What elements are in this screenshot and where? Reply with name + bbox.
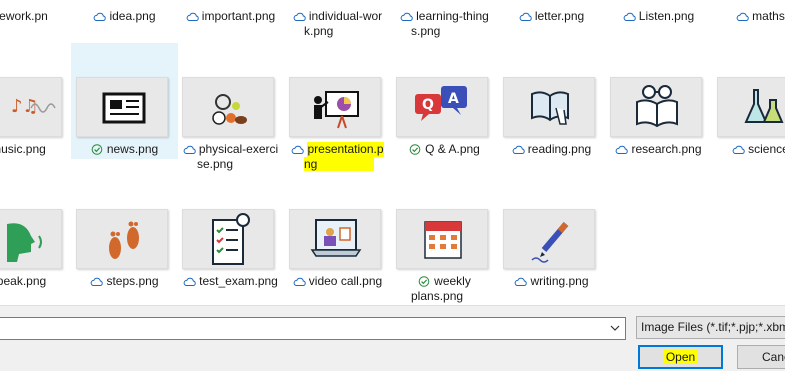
file-item-label: individual-wor [308,9,383,23]
newspaper-icon [76,77,168,137]
file-item-label-line2: se.png [197,157,234,171]
svg-text:♪♫: ♪♫ [11,96,39,117]
check-icon [418,276,431,287]
file-type-value: Image Files (*.tif;*.pjp;*.xbm [641,320,785,334]
file-item-label: science.p [748,142,785,156]
file-item-label: maths.p [752,9,785,23]
file-item-label: writing.png [530,274,589,288]
cloud-icon [183,144,196,155]
open-button-label: Open [663,350,698,364]
cloud-icon [186,11,199,22]
file-item-label: weekly [434,274,471,288]
lab-flasks-icon [717,77,785,137]
file-item-label: learning-thing [416,9,489,23]
file-item-label-line2: s.png [411,24,441,38]
file-item[interactable]: research.png [605,43,712,173]
file-item[interactable]: QA Q & A.png [391,43,498,173]
file-item[interactable]: idea.png [71,0,178,40]
file-item-label: video call.png [308,274,383,288]
file-item[interactable]: video call.png [284,175,391,305]
sports-balls-icon [182,77,274,137]
cancel-button-label: Cancel [762,350,785,364]
calendar-icon [396,209,488,269]
file-item-label-line2: ng [304,157,318,171]
file-item[interactable]: presentation.p ng [284,43,391,173]
file-item[interactable]: Listen.png [605,0,712,40]
cloud-icon [519,11,532,22]
file-item-label: speak.png [0,274,47,288]
chevron-down-icon[interactable] [609,322,621,334]
qa-speech-bubbles-icon: QA [396,77,488,137]
open-book-hand-icon [503,77,595,137]
cloud-icon [183,276,196,287]
music-notes-icon: ♪♫ [0,77,62,137]
file-item[interactable]: weekly plans.png [391,175,498,305]
file-item-label: reading.png [527,142,592,156]
file-item-label: physical-exerci [198,142,279,156]
file-item[interactable]: steps.png [71,175,178,305]
cloud-icon [93,11,107,22]
file-item[interactable]: writing.png [498,175,605,305]
file-type-select[interactable]: Image Files (*.tif;*.pjp;*.xbm [636,316,785,339]
cloud-icon [615,144,629,155]
file-name-input[interactable] [0,317,626,340]
presentation-board-icon [289,77,381,137]
cloud-icon [90,276,104,287]
checklist-stopwatch-icon [182,209,274,269]
file-item-label: letter.png [534,9,585,23]
cloud-icon [400,11,413,22]
open-button[interactable]: Open [638,345,723,369]
file-item-label: presentation.p [307,142,384,157]
file-item-label: important.png [201,9,276,23]
svg-text:A: A [448,91,459,107]
file-item[interactable]: maths.p [712,0,785,40]
file-item-label: Listen.png [638,9,695,23]
cloud-icon [293,276,306,287]
file-item-label: steps.png [106,274,159,288]
pen-writing-icon [503,209,595,269]
file-item-label: test_exam.png [199,274,278,288]
file-item[interactable]: ♪♫ music.png [0,43,72,173]
speaking-head-icon [0,209,62,269]
file-item-label: news.png [106,142,159,156]
footprints-icon [76,209,168,269]
cloud-icon [514,276,528,287]
file-item[interactable]: mework.pn [0,0,72,40]
cloud-icon [623,11,636,22]
file-item[interactable]: reading.png [498,43,605,173]
book-glasses-icon [610,77,702,137]
check-icon [409,144,422,155]
file-item[interactable]: news.png [71,43,178,159]
file-item-label: research.png [631,142,702,156]
cloud-icon [293,11,306,22]
cloud-icon [732,144,745,155]
file-item[interactable]: science.p [712,43,785,173]
svg-text:Q: Q [422,97,434,113]
file-item-label-line2: k.png [304,24,334,38]
file-item[interactable]: physical-exerci se.png [177,43,284,173]
cloud-icon [736,11,749,22]
file-item[interactable]: individual-wor k.png [284,0,391,40]
file-item[interactable]: test_exam.png [177,175,284,305]
cloud-icon [291,144,305,155]
cancel-button[interactable]: Cancel [737,345,785,369]
check-icon [91,144,104,155]
file-item-label-line2: plans.png [411,289,464,303]
file-item-label: mework.pn [0,9,48,23]
file-item-label: idea.png [109,9,156,23]
file-item[interactable]: speak.png [0,175,72,305]
file-item[interactable]: letter.png [498,0,605,40]
video-call-laptop-icon [289,209,381,269]
file-item[interactable]: learning-thing s.png [391,0,498,40]
file-item-label: Q & A.png [425,142,480,156]
file-item[interactable]: important.png [177,0,284,40]
file-item-label: music.png [0,142,46,156]
cloud-icon [512,144,525,155]
